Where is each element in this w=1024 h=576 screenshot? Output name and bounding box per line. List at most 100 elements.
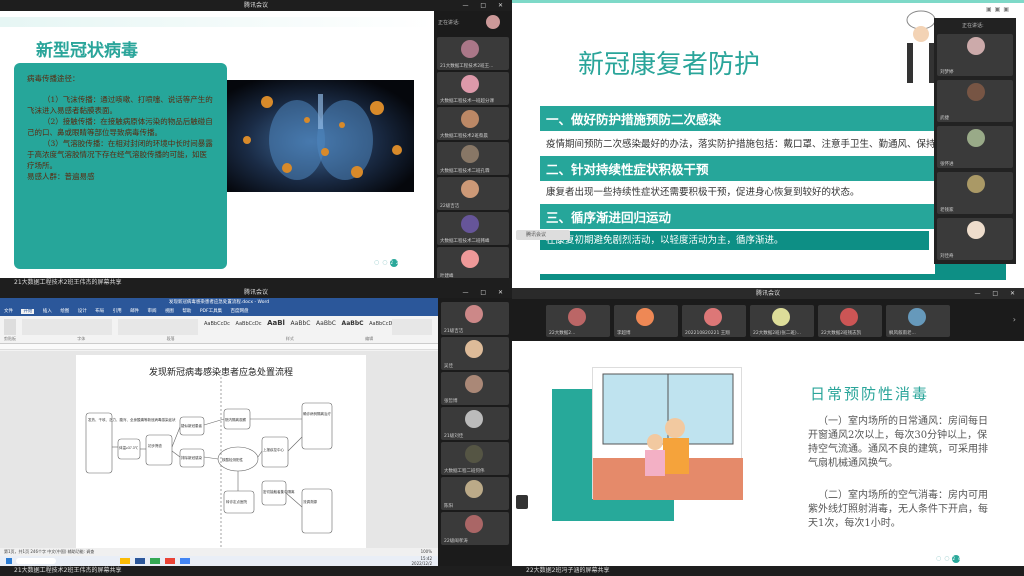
avatar	[461, 250, 479, 268]
style-item[interactable]: AaBbC	[316, 320, 336, 327]
slide-area: 日常预防性消毒 （一）室内场所的日常通风：房间每日开窗通风2次以上，每次30分钟…	[512, 341, 1024, 566]
flow-label: 核酸检测阳性	[222, 457, 243, 462]
style-item[interactable]: AaBbC	[291, 320, 311, 327]
share-status-bar[interactable]: 21大数据工程技术2班王伟杰的屏幕共享	[0, 566, 512, 576]
share-status-bar[interactable]: 21大数据工程技术2班王伟杰的屏幕共享	[0, 278, 512, 288]
participant-tile[interactable]: 22级闽孝涛	[441, 512, 509, 545]
participant-tile[interactable]: 陈阳	[441, 477, 509, 510]
flow-label: 初步筛查	[148, 443, 162, 448]
tab[interactable]: 百度网盘	[231, 309, 249, 314]
flow-label: 排除新冠感染	[181, 455, 202, 460]
participant-tile[interactable]: 李超博	[614, 305, 678, 337]
content-panel: 一、做好防护措施预防二次感染 疫情期间预防二次感染最好的办法，落实防护措施包括：…	[540, 104, 993, 274]
participant-tile[interactable]: 22级吉洁	[437, 177, 509, 210]
window-controls[interactable]: — □ ✕	[974, 288, 1020, 299]
style-item[interactable]: AaBbC	[342, 320, 364, 327]
avatar	[704, 308, 722, 326]
participant-tile[interactable]: 21大数据工程技术2班王...	[437, 37, 509, 70]
participant-tile[interactable]: 大数据工程技术二班孔霖	[437, 142, 509, 175]
window-title: 腾讯会议	[755, 290, 780, 297]
ribbon-tabs: 文件 开始 插入 绘图 设计 布局 引用 邮件 审阅 视图 帮助 PDF工具集 …	[0, 308, 438, 316]
participant-tile[interactable]: 老钱家	[937, 172, 1013, 214]
participant-tile[interactable]: 武捷	[937, 80, 1013, 122]
avatar	[465, 515, 483, 533]
tab[interactable]: 插入	[43, 309, 52, 314]
participant-tile[interactable]: 吴佳	[441, 337, 509, 370]
window-illustration	[592, 367, 743, 500]
taskbar-apps[interactable]	[120, 558, 220, 564]
style-item[interactable]: AaBbCcDc	[236, 321, 262, 327]
participant-tile[interactable]: 21级吉洁	[441, 302, 509, 335]
clock[interactable]: 15:42 2022/12/2	[411, 556, 432, 566]
tab[interactable]: 文件	[4, 309, 13, 314]
edit-controls[interactable]	[392, 319, 432, 335]
participant-tile[interactable]: 22大数据2班钱志凯	[818, 305, 882, 337]
card-para-3: （3）气溶胶传播：在相对封闭的环境中长时间暴露于高浓度气溶胶情况下存在经气溶胶传…	[27, 139, 213, 170]
slide-para-1: （一）室内场所的日常通风：房间每日开窗通风2次以上，每次30分钟以上，保持空气流…	[808, 416, 988, 469]
style-item[interactable]: AaBbCcDc	[204, 321, 230, 327]
ruler	[0, 344, 438, 350]
ghost-bar[interactable]: 腾讯会议	[516, 230, 570, 240]
paste-button[interactable]	[4, 319, 16, 335]
tab[interactable]: 设计	[78, 309, 87, 314]
participant-tile[interactable]: 刘佳奇	[937, 218, 1013, 260]
window-controls[interactable]: — □ ✕	[462, 0, 508, 11]
flow-label: 上报疾控中心	[263, 447, 284, 452]
share-text: 21大数据工程技术2班王伟杰的屏幕共享	[14, 567, 122, 574]
tab[interactable]: 视图	[165, 309, 174, 314]
slide-title: 日常预防性消毒	[810, 385, 930, 403]
speaking-header: 正在讲话:	[962, 23, 984, 29]
search-icon[interactable]	[16, 558, 56, 564]
sidebar-controls[interactable]: ▣▣▣	[986, 6, 1012, 13]
speaker-avatar	[486, 15, 500, 29]
participant-tile[interactable]: 张哲博	[441, 372, 509, 405]
zoom-level[interactable]: 100%	[421, 548, 432, 556]
style-item[interactable]: AaBbCcD	[369, 321, 392, 327]
participant-tile[interactable]: 202210820221 王翔	[682, 305, 746, 337]
start-icon[interactable]	[6, 558, 12, 564]
participant-tile[interactable]: 刘梦婷	[937, 34, 1013, 76]
avatar	[967, 221, 985, 239]
tab[interactable]: 审阅	[148, 309, 157, 314]
share-status-bar[interactable]: 22大数据2班冯子涵的屏幕共享	[512, 566, 1024, 576]
participant-tile[interactable]: 22大数据2班(张二班)...	[750, 305, 814, 337]
participant-tile[interactable]: 大数据工程技术一班超分课	[437, 72, 509, 105]
window-title: 腾讯会议	[243, 2, 268, 9]
participant-tile[interactable]: 21级刘佳	[441, 407, 509, 440]
participant-tile[interactable]: 大数据工程技术2班蔡晨	[437, 107, 509, 140]
style-gallery[interactable]: AaBbCcDc AaBbCcDc AaBl AaBbC AaBbC AaBbC…	[204, 319, 392, 335]
avatar	[465, 375, 483, 393]
participant-tile[interactable]: 枫风叙雨老...	[886, 305, 950, 337]
para-controls[interactable]	[118, 319, 198, 335]
tab[interactable]: PDF工具集	[200, 309, 222, 314]
flow-label: 发热、干咳、乏力、腹泻、全身酸痛等新冠病毒感染症状	[88, 417, 176, 422]
tab[interactable]: 引用	[113, 309, 122, 314]
slide-pager[interactable]: ○○24	[936, 555, 961, 563]
window-controls[interactable]: — □ ✕	[462, 288, 508, 298]
slide-pager[interactable]: ○○22	[374, 259, 399, 267]
participant-tile[interactable]: 叶建峰	[437, 247, 509, 280]
side-toggle[interactable]	[516, 495, 528, 509]
tab[interactable]: 帮助	[182, 309, 191, 314]
strip-next-icon[interactable]: ›	[1013, 315, 1016, 324]
tab[interactable]: 邮件	[130, 309, 139, 314]
participant-tile[interactable]: 大数据工程技术二班韩峰	[437, 212, 509, 245]
meeting-title-bar: 腾讯会议 — □ ✕	[0, 288, 512, 298]
tab[interactable]: 绘图	[60, 309, 69, 314]
style-item[interactable]: AaBl	[267, 319, 285, 327]
font-controls[interactable]	[22, 319, 112, 335]
tab[interactable]: 布局	[95, 309, 104, 314]
participant-tile[interactable]: 22大数据2...	[546, 305, 610, 337]
meeting-title-bar: 腾讯会议 — □ ✕	[512, 288, 1024, 299]
speaking-header: 正在讲话:	[434, 11, 512, 33]
avatar	[461, 110, 479, 128]
tab[interactable]: 开始	[21, 309, 35, 314]
participant-tile[interactable]: 张怀进	[937, 126, 1013, 168]
participant-tile[interactable]: 大数据工程二班何伟	[441, 442, 509, 475]
document-canvas: 发现新冠病毒感染患者应急处置流程 发热、干咳、乏力、腹泻、全身酸痛等新冠病毒感染…	[0, 351, 438, 548]
participant-sidebar: 21级吉洁 吴佳 张哲博 21级刘佳 大数据工程二班何伟 陈阳 22级闽孝涛	[438, 298, 512, 566]
ribbon: AaBbCcDc AaBbCcDc AaBl AaBbC AaBbC AaBbC…	[0, 316, 438, 344]
group-label: 剪贴板	[4, 336, 16, 341]
avatar	[772, 308, 790, 326]
window-title: 腾讯会议	[243, 289, 268, 296]
